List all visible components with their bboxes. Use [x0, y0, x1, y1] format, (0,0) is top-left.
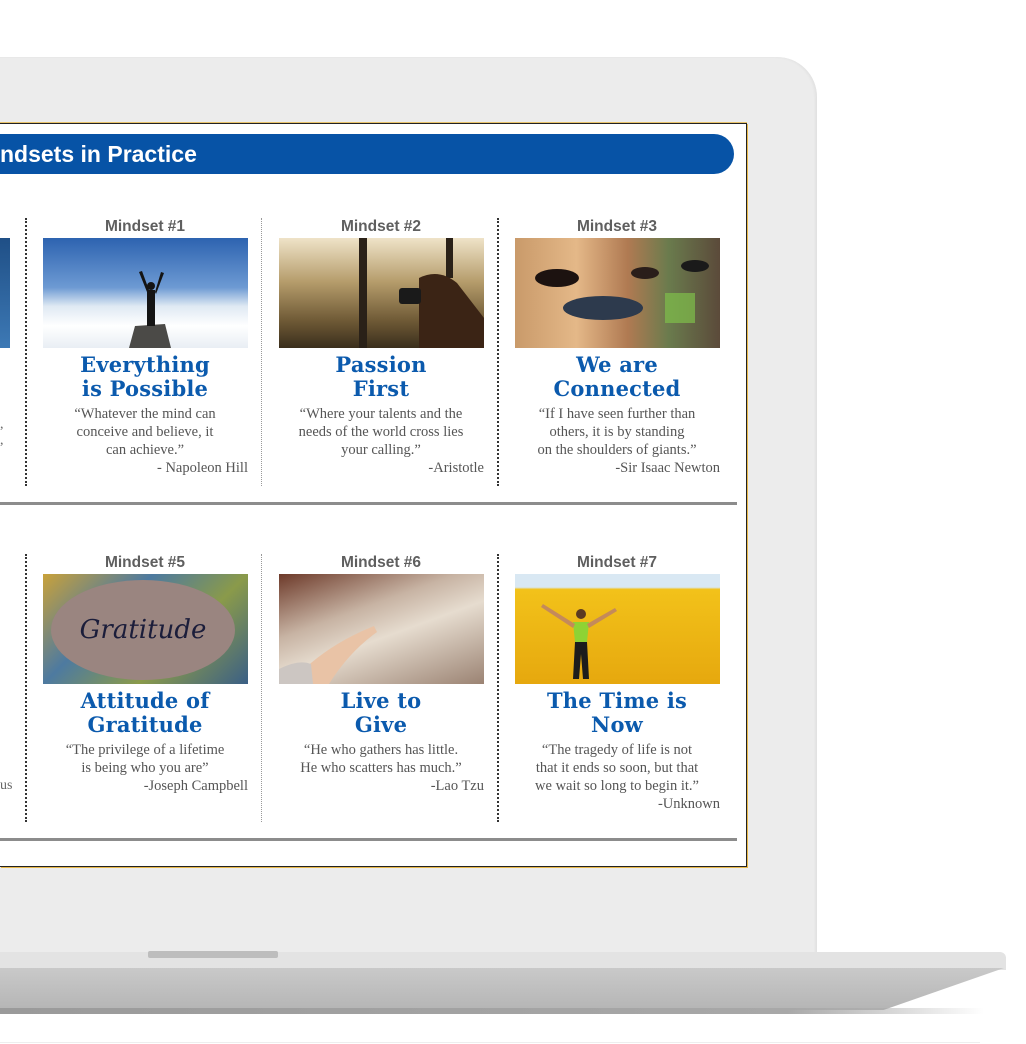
- title-line: First: [352, 376, 410, 401]
- mindset-image: [42, 238, 248, 348]
- title-line: Gratitude: [87, 712, 203, 737]
- mindset-author: - Napoleon Hill: [156, 460, 248, 476]
- title-line: Live to: [340, 688, 422, 713]
- mindset-image: [514, 574, 720, 684]
- mindset-quote: “Where your talents and the needs of the…: [298, 406, 464, 458]
- mindset-card: Mindset #3 We are Connected “If I have se…: [502, 217, 732, 477]
- column-divider: [25, 218, 27, 486]
- mindset-label: Mindset #5: [104, 554, 186, 571]
- mindset-quote: “The privilege of a lifetime is being wh…: [65, 742, 225, 776]
- mindset-label: Mindset #3: [576, 218, 658, 235]
- giving-hands-icon: [278, 626, 377, 684]
- title-line: Connected: [553, 376, 681, 401]
- mindset-image: Gratitude: [42, 574, 248, 684]
- row-divider: [0, 838, 737, 841]
- photographer-icon: [358, 238, 484, 348]
- gratitude-stone-icon: Gratitude: [50, 580, 235, 680]
- mindset-author: -Joseph Campbell: [143, 778, 248, 794]
- mindset-label: Mindset #6: [340, 554, 422, 571]
- title-line: Everything: [80, 352, 210, 377]
- mindset-title: Live to Give: [266, 689, 496, 737]
- mindset-author: -Unknown: [657, 796, 720, 812]
- title-line: Give: [354, 712, 408, 737]
- page-title: ndsets in Practice: [0, 141, 197, 167]
- column-divider: [497, 218, 499, 486]
- mindset-quote: “The tragedy of life is not that it ends…: [535, 742, 699, 794]
- column-divider: [497, 554, 499, 822]
- laptop-base: [0, 968, 1004, 1010]
- title-line: Attitude of: [80, 688, 210, 713]
- floor-line: [0, 1042, 980, 1043]
- mindset-title: Everything is Possible: [30, 353, 260, 401]
- title-line: The Time is: [546, 688, 688, 713]
- laptop-screen: ndsets in Practice , , us Mindset #1 Eve…: [0, 123, 747, 867]
- mindset-image: [514, 238, 720, 348]
- mindset-quote: “He who gathers has little. He who scatt…: [300, 742, 462, 776]
- column-divider: [261, 554, 262, 822]
- mindset-title: We are Connected: [502, 353, 732, 401]
- person-on-mountain-icon: [128, 271, 171, 348]
- partial-text: ,: [0, 433, 4, 448]
- mindset-title: Passion First: [266, 353, 496, 401]
- mindset-label: Mindset #2: [340, 218, 422, 235]
- mindset-card: Mindset #2 Passion First “Where your tale…: [266, 217, 496, 477]
- mindset-title: Attitude of Gratitude: [30, 689, 260, 737]
- partial-text: ,: [0, 417, 4, 432]
- mindset-label: Mindset #1: [104, 218, 186, 235]
- row-divider: [0, 502, 737, 505]
- title-line: is Possible: [81, 376, 209, 401]
- mindset-card: Mindset #6 Live to Give “He who gathers h…: [266, 553, 496, 795]
- mindset-quote: “Whatever the mind can conceive and beli…: [74, 406, 216, 458]
- mindset-image: [278, 574, 484, 684]
- column-divider: [25, 554, 27, 822]
- stone-text: Gratitude: [79, 615, 206, 645]
- partial-text: us: [0, 778, 13, 793]
- mindset-title: The Time is Now: [502, 689, 732, 737]
- laptop-shadow: [0, 1008, 984, 1014]
- title-line: Now: [591, 712, 643, 737]
- mindset-card: Mindset #5 Gratitude Attitude of Gratitud…: [30, 553, 260, 795]
- mindset-author: -Sir Isaac Newton: [615, 460, 720, 476]
- mindset-quote: “If I have seen further than others, it …: [537, 406, 697, 458]
- title-line: We are: [576, 352, 658, 377]
- mindset-card: Mindset #1 Everything is Possible “Whatev…: [30, 217, 260, 477]
- title-line: Passion: [335, 352, 427, 377]
- mindset-author: -Aristotle: [428, 460, 484, 476]
- friends-group-icon: [534, 260, 709, 323]
- mindset-card: Mindset #7 The Time is Now “The tragedy o…: [502, 553, 732, 813]
- woman-in-field-icon: [540, 604, 617, 679]
- mindset-image: [278, 238, 484, 348]
- mindset-author: -Lao Tzu: [430, 778, 484, 794]
- mindset-label: Mindset #7: [576, 554, 658, 571]
- column-divider: [261, 218, 262, 486]
- laptop-lid-notch: [148, 951, 278, 958]
- partial-image-row1: [0, 238, 10, 348]
